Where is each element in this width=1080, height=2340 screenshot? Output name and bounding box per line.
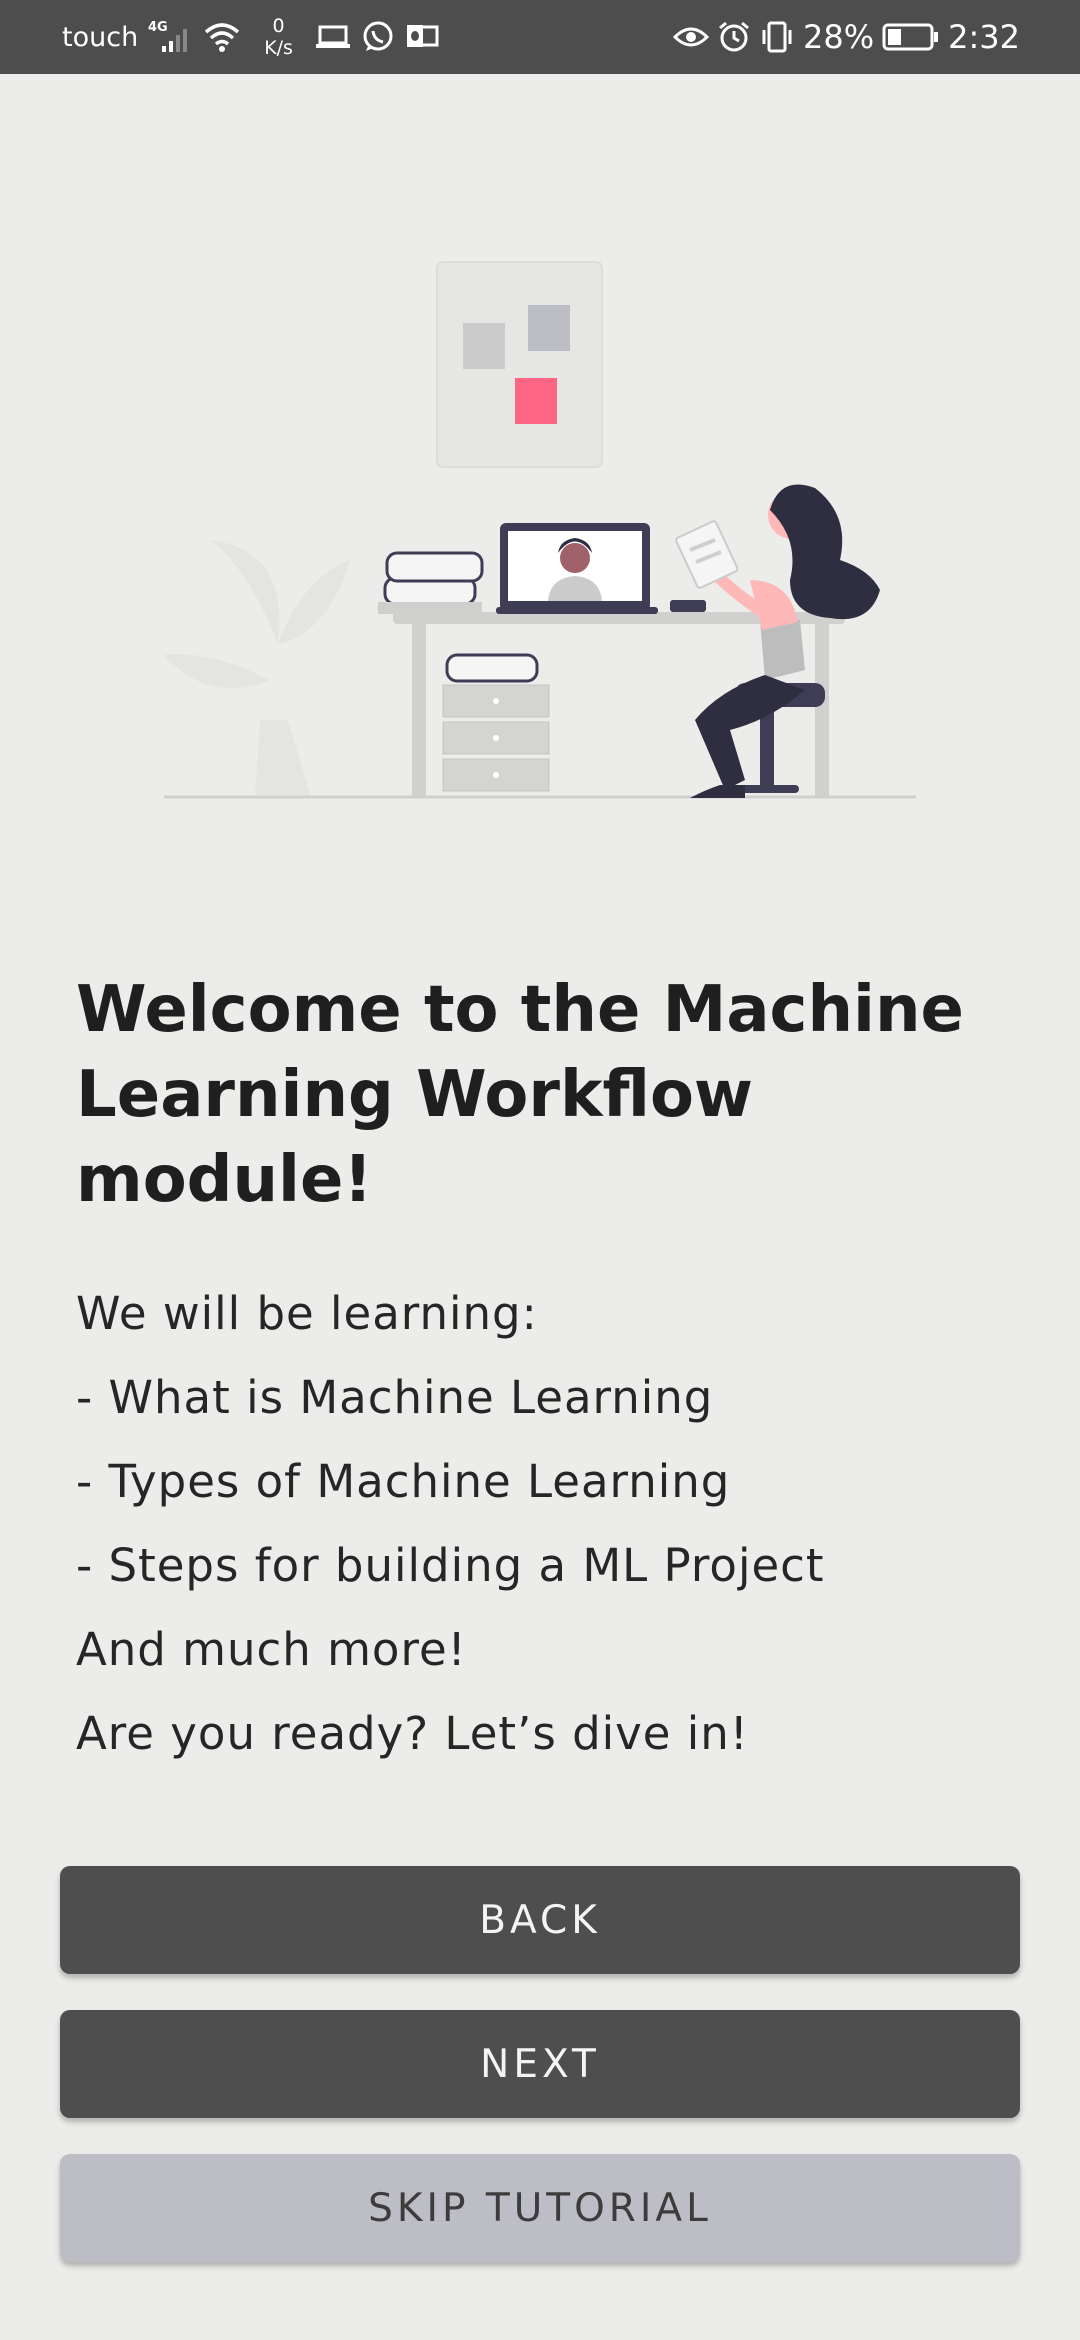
eye-icon bbox=[673, 23, 710, 51]
more-line: And much more! bbox=[76, 1623, 467, 1676]
outlook-icon bbox=[405, 22, 439, 52]
back-button[interactable]: BACK bbox=[60, 1866, 1020, 1974]
speed-value: 0 bbox=[272, 15, 285, 37]
battery-icon bbox=[882, 22, 940, 52]
speed-unit: K/s bbox=[264, 37, 293, 59]
status-left: touch 4G 0 K/s bbox=[62, 0, 439, 74]
clock-time: 2:32 bbox=[948, 18, 1020, 56]
battery-percent: 28% bbox=[803, 18, 875, 56]
wifi-icon bbox=[202, 20, 242, 54]
skip-tutorial-button[interactable]: SKIP TUTORIAL bbox=[60, 2154, 1020, 2262]
alarm-icon bbox=[717, 20, 751, 54]
welcome-title: Welcome to the Machine Learning Workflow… bbox=[76, 973, 964, 1217]
signal-icon: 4G bbox=[148, 19, 192, 55]
intro-line: We will be learning: bbox=[76, 1287, 538, 1340]
vibrate-icon bbox=[759, 20, 795, 54]
whatsapp-icon bbox=[361, 20, 395, 54]
topic-item: - What is Machine Learning bbox=[76, 1371, 714, 1424]
status-bar: touch 4G 0 K/s 28% 2:32 bbox=[0, 0, 1080, 74]
module-description: We will be learning: - What is Machine L… bbox=[76, 1272, 1016, 1776]
topic-item: - Steps for building a ML Project bbox=[76, 1539, 825, 1592]
topic-item: - Types of Machine Learning bbox=[76, 1455, 731, 1508]
remote-learning-illustration bbox=[164, 261, 916, 799]
laptop-icon bbox=[315, 23, 351, 51]
call-to-action-line: Are you ready? Let’s dive in! bbox=[76, 1707, 749, 1760]
status-right: 28% 2:32 bbox=[673, 0, 1020, 74]
network-speed: 0 K/s bbox=[264, 15, 293, 59]
carrier-label: touch bbox=[62, 21, 139, 53]
network-type-label: 4G bbox=[148, 20, 168, 35]
next-button[interactable]: NEXT bbox=[60, 2010, 1020, 2118]
